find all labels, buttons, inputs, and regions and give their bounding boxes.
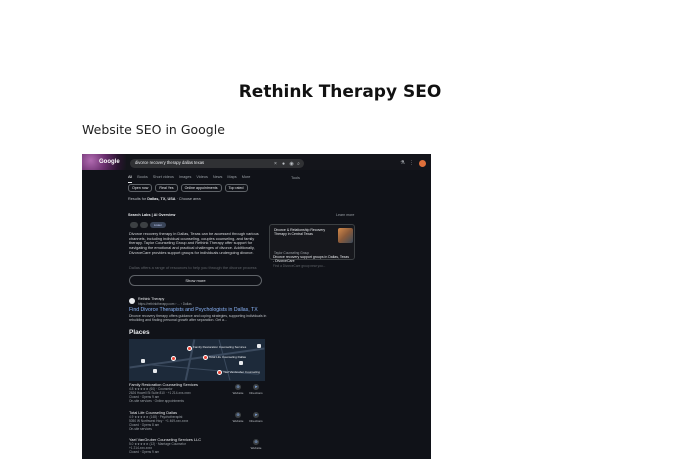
place-hours: Closed · Opens 9 am xyxy=(129,450,160,454)
places-map[interactable]: Family Restoration Counseling Services T… xyxy=(129,339,265,381)
tab-short-videos[interactable]: Short videos xyxy=(153,175,174,183)
location-prefix: Results for xyxy=(128,197,147,201)
tab-images[interactable]: Images xyxy=(179,175,191,183)
result-title-link[interactable]: Find Divorce Therapists and Psychologist… xyxy=(129,307,258,313)
search-query: divorce recovery therapy dallas texas xyxy=(135,160,205,165)
ai-overview-text: Divorce recovery therapy in Dallas, Texa… xyxy=(129,231,259,255)
tab-maps[interactable]: Maps xyxy=(227,175,236,183)
directions-icon: ➤ xyxy=(253,412,259,418)
directions-label: Directions xyxy=(249,419,263,423)
expand-map-icon[interactable] xyxy=(257,344,261,348)
site-favicon-icon xyxy=(129,298,135,304)
page-title: Rethink Therapy SEO xyxy=(238,82,442,102)
source-card-2-subtitle: Find a DivorceCare group near you... xyxy=(273,264,326,268)
website-label: Website xyxy=(232,391,244,395)
website-button[interactable]: ⊕ Website xyxy=(231,384,245,395)
ai-overview-header: Search Labs | AI Overview xyxy=(128,213,176,217)
map-pin-label: Yael VanGruber Counseling xyxy=(223,370,260,374)
mic-icon[interactable]: ● xyxy=(281,161,286,167)
chip-real-yes[interactable]: Real Yes xyxy=(155,184,178,192)
tab-videos[interactable]: Videos xyxy=(196,175,208,183)
result-snippet: Divorce recovery therapy offers guidance… xyxy=(129,314,267,323)
directions-label: Directions xyxy=(249,391,263,395)
learn-more-link[interactable]: Learn more xyxy=(336,213,354,217)
chip-online-appointments[interactable]: Online appointments xyxy=(180,184,222,192)
map-pin[interactable] xyxy=(203,355,208,360)
places-heading: Places xyxy=(129,329,150,336)
place-note: On-site services xyxy=(129,427,152,431)
place-listing[interactable]: Family Restoration Counseling Services 4… xyxy=(129,382,265,403)
tools-button[interactable]: Tools xyxy=(291,176,300,180)
map-pin[interactable] xyxy=(217,370,222,375)
lens-icon[interactable]: ◉ xyxy=(289,161,294,167)
page-subtitle: Website SEO in Google xyxy=(82,122,225,137)
location-line: Results for Dallas, TX, USA · Choose are… xyxy=(128,197,201,201)
search-tabs: All Books Short videos Images Videos New… xyxy=(128,175,250,183)
source-card-2[interactable]: Divorce recovery support groups in Dalla… xyxy=(269,254,355,271)
globe-icon: ⊕ xyxy=(235,384,241,390)
sparkle-icon[interactable] xyxy=(130,222,138,228)
share-icon[interactable] xyxy=(140,222,148,228)
apps-icon[interactable]: ⋮ xyxy=(409,160,414,166)
directions-button[interactable]: ➤ Directions xyxy=(249,384,263,395)
filter-chips: Open now Real Yes Online appointments To… xyxy=(128,184,248,192)
ai-overview-fade-text: Dallas offers a range of resources to he… xyxy=(129,265,257,270)
place-note: On-site services · Online appointments xyxy=(129,399,184,403)
google-logo[interactable]: Google xyxy=(99,159,120,165)
tab-all[interactable]: All xyxy=(128,175,133,183)
globe-icon: ⊕ xyxy=(253,439,259,445)
place-listing[interactable]: Total Life Counseling Dallas 4.9 ★★★★★ (… xyxy=(129,410,265,431)
tab-more[interactable]: More xyxy=(242,175,251,183)
map-pin-label: Family Restoration Counseling Services xyxy=(193,345,247,349)
website-button[interactable]: ⊕ Website xyxy=(249,439,263,450)
labs-icon[interactable]: ⚗ xyxy=(400,160,405,166)
website-button[interactable]: ⊕ Website xyxy=(231,412,245,423)
result-url[interactable]: https://rethinktherapy.com › ... › Dalla… xyxy=(138,302,192,306)
map-pin-label: Total Life Counseling Dallas xyxy=(209,355,247,359)
chip-open-now[interactable]: Open now xyxy=(128,184,153,192)
map-marker-icon[interactable] xyxy=(239,361,243,365)
source-card-title: Divorce & Relationship Recovery Therapy … xyxy=(274,228,326,237)
map-marker-icon[interactable] xyxy=(141,359,145,363)
website-label: Website xyxy=(232,419,244,423)
clear-icon[interactable]: × xyxy=(273,161,278,167)
avatar[interactable] xyxy=(419,160,426,167)
tab-books[interactable]: Books xyxy=(137,175,148,183)
search-input[interactable]: divorce recovery therapy dallas texas × … xyxy=(130,159,304,168)
website-label: Website xyxy=(250,446,262,450)
place-listing[interactable]: Yael VanGruber Counseling Services LLC 5… xyxy=(129,437,265,454)
show-more-button[interactable]: Show more xyxy=(129,275,262,286)
listen-button[interactable]: Listen xyxy=(150,222,166,228)
location-place: Dallas, TX, USA xyxy=(147,197,176,201)
directions-icon: ➤ xyxy=(253,384,259,390)
map-pin[interactable] xyxy=(171,356,176,361)
globe-icon: ⊕ xyxy=(235,412,241,418)
map-pin[interactable] xyxy=(187,346,192,351)
source-card-thumbnail xyxy=(338,228,353,243)
choose-area-link[interactable]: · Choose area xyxy=(177,197,201,201)
search-icon[interactable]: ⌕ xyxy=(296,161,301,167)
source-card-2-title: Divorce recovery support groups in Dalla… xyxy=(273,255,349,264)
chip-top-rated[interactable]: Top rated xyxy=(224,184,248,192)
google-header: Google divorce recovery therapy dallas t… xyxy=(82,154,431,170)
google-results-screenshot: Google divorce recovery therapy dallas t… xyxy=(82,154,431,459)
result-site-name[interactable]: Rethink Therapy xyxy=(138,297,164,301)
ai-overview-controls: Listen xyxy=(130,222,166,228)
map-marker-icon[interactable] xyxy=(153,369,157,373)
tab-news[interactable]: News xyxy=(213,175,223,183)
directions-button[interactable]: ➤ Directions xyxy=(249,412,263,423)
